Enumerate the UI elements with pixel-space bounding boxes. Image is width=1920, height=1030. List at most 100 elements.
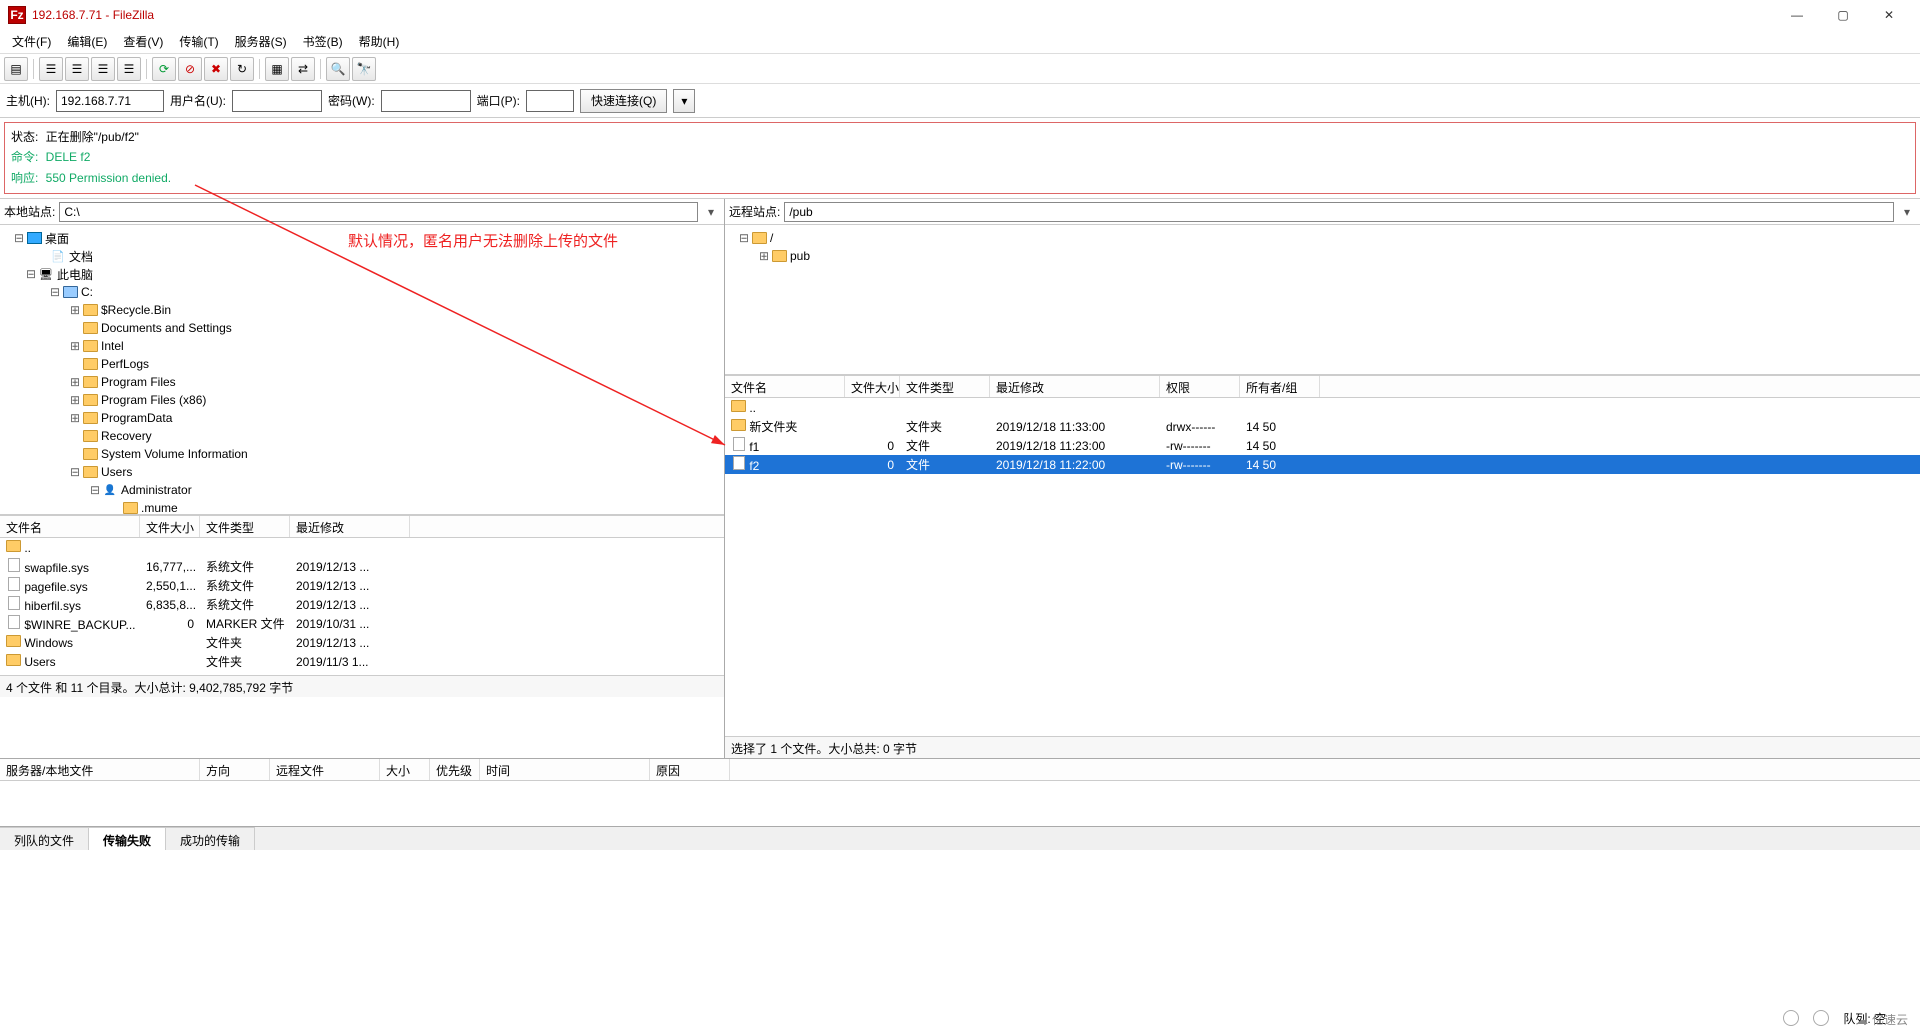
tree-twisty-icon[interactable]: ⊞ bbox=[757, 249, 771, 263]
tree-node[interactable]: Recovery bbox=[0, 427, 724, 445]
column-header[interactable]: 服务器/本地文件 bbox=[0, 759, 200, 780]
maximize-button[interactable]: ▢ bbox=[1820, 0, 1866, 30]
tree-node[interactable]: Documents and Settings bbox=[0, 319, 724, 337]
stop-icon[interactable]: ⊘ bbox=[178, 57, 202, 81]
password-input[interactable] bbox=[381, 90, 471, 112]
tree-twisty-icon[interactable]: ⊞ bbox=[68, 303, 82, 317]
column-header[interactable]: 文件大小 bbox=[140, 516, 200, 537]
column-header[interactable]: 权限 bbox=[1160, 376, 1240, 397]
tree-twisty-icon[interactable]: ⊟ bbox=[88, 483, 102, 497]
tree-node[interactable]: PerfLogs bbox=[0, 355, 724, 373]
tree-twisty-icon[interactable]: ⊟ bbox=[48, 285, 62, 299]
tree-twisty-icon[interactable]: ⊞ bbox=[68, 393, 82, 407]
remote-file-list[interactable]: 文件名文件大小文件类型最近修改权限所有者/组 .. 新文件夹文件夹2019/12… bbox=[725, 375, 1920, 736]
queue-tab-1[interactable]: 传输失败 bbox=[89, 827, 166, 850]
column-header[interactable]: 时间 bbox=[480, 759, 650, 780]
toggle-queue-icon[interactable]: ☰ bbox=[117, 57, 141, 81]
close-button[interactable]: ✕ bbox=[1866, 0, 1912, 30]
tree-twisty-icon[interactable]: ⊞ bbox=[68, 375, 82, 389]
file-row[interactable]: 新文件夹文件夹2019/12/18 11:33:00drwx------14 5… bbox=[725, 417, 1920, 436]
menu-4[interactable]: 服务器(S) bbox=[227, 30, 295, 53]
menu-3[interactable]: 传输(T) bbox=[171, 30, 226, 53]
remote-path-dropdown-icon[interactable]: ▾ bbox=[1898, 205, 1916, 219]
tree-node[interactable]: ⊟C: bbox=[0, 283, 724, 301]
tree-node[interactable]: ⊞Program Files bbox=[0, 373, 724, 391]
menu-1[interactable]: 编辑(E) bbox=[59, 30, 115, 53]
tree-twisty-icon[interactable]: ⊟ bbox=[737, 231, 751, 245]
filter-icon[interactable]: ▦ bbox=[265, 57, 289, 81]
quickconnect-button[interactable]: 快速连接(Q) bbox=[580, 89, 667, 113]
local-path-dropdown-icon[interactable]: ▾ bbox=[702, 205, 720, 219]
tree-node[interactable]: ⊟/ bbox=[725, 229, 1920, 247]
quickconnect-dropdown-icon[interactable]: ▾ bbox=[673, 89, 695, 113]
column-header[interactable]: 原因 bbox=[650, 759, 730, 780]
tree-node[interactable]: ⊟Users bbox=[0, 463, 724, 481]
file-row[interactable]: pagefile.sys2,550,1...系统文件2019/12/13 ... bbox=[0, 576, 724, 595]
file-row[interactable]: f20文件2019/12/18 11:22:00-rw-------14 50 bbox=[725, 455, 1920, 474]
tree-node[interactable]: ⊞pub bbox=[725, 247, 1920, 265]
username-input[interactable] bbox=[232, 90, 322, 112]
menu-5[interactable]: 书签(B) bbox=[295, 30, 351, 53]
tree-twisty-icon[interactable]: ⊟ bbox=[68, 465, 82, 479]
remote-tree[interactable]: ⊟/⊞pub bbox=[725, 225, 1920, 375]
message-log[interactable]: 状态: 正在删除"/pub/f2"命令: DELE f2响应: 550 Perm… bbox=[4, 122, 1916, 194]
column-header[interactable]: 所有者/组 bbox=[1240, 376, 1320, 397]
local-file-list[interactable]: 文件名文件大小文件类型最近修改 .. swapfile.sys16,777,..… bbox=[0, 515, 724, 675]
local-tree[interactable]: ⊟桌面文档⊟此电脑⊟C:⊞$Recycle.BinDocuments and S… bbox=[0, 225, 724, 515]
file-row[interactable]: .. bbox=[0, 538, 724, 557]
tree-node[interactable]: ⊞Program Files (x86) bbox=[0, 391, 724, 409]
toggle-remotetree-icon[interactable]: ☰ bbox=[91, 57, 115, 81]
column-header[interactable]: 方向 bbox=[200, 759, 270, 780]
column-header[interactable]: 文件类型 bbox=[900, 376, 990, 397]
remote-path-input[interactable] bbox=[784, 202, 1894, 222]
host-input[interactable] bbox=[56, 90, 164, 112]
column-header[interactable]: 最近修改 bbox=[990, 376, 1160, 397]
file-row[interactable]: hiberfil.sys6,835,8...系统文件2019/12/13 ... bbox=[0, 595, 724, 614]
menu-6[interactable]: 帮助(H) bbox=[351, 30, 408, 53]
toggle-log-icon[interactable]: ☰ bbox=[39, 57, 63, 81]
file-row[interactable]: .. bbox=[725, 398, 1920, 417]
file-row[interactable]: f10文件2019/12/18 11:23:00-rw-------14 50 bbox=[725, 436, 1920, 455]
column-header[interactable]: 大小 bbox=[380, 759, 430, 780]
file-row[interactable]: Windows文件夹2019/12/13 ... bbox=[0, 633, 724, 652]
transfer-queue[interactable]: 服务器/本地文件方向远程文件大小优先级时间原因 bbox=[0, 758, 1920, 826]
tree-twisty-icon[interactable]: ⊟ bbox=[24, 267, 38, 281]
queue-tabs: 列队的文件传输失败成功的传输 bbox=[0, 826, 1920, 850]
tree-twisty-icon[interactable]: ⊞ bbox=[68, 411, 82, 425]
file-row[interactable]: $WINRE_BACKUP...0MARKER 文件2019/10/31 ... bbox=[0, 614, 724, 633]
minimize-button[interactable]: — bbox=[1774, 0, 1820, 30]
queue-tab-2[interactable]: 成功的传输 bbox=[166, 827, 255, 850]
tree-twisty-icon[interactable]: ⊞ bbox=[68, 339, 82, 353]
file-icon bbox=[731, 437, 746, 451]
queue-tab-0[interactable]: 列队的文件 bbox=[0, 827, 89, 850]
tree-node[interactable]: .mume bbox=[0, 499, 724, 515]
tree-node[interactable]: System Volume Information bbox=[0, 445, 724, 463]
tree-node[interactable]: ⊟此电脑 bbox=[0, 265, 724, 283]
tree-twisty-icon[interactable]: ⊟ bbox=[12, 231, 26, 245]
column-header[interactable]: 最近修改 bbox=[290, 516, 410, 537]
file-row[interactable]: swapfile.sys16,777,...系统文件2019/12/13 ... bbox=[0, 557, 724, 576]
menu-2[interactable]: 查看(V) bbox=[115, 30, 171, 53]
column-header[interactable]: 文件名 bbox=[0, 516, 140, 537]
refresh-icon[interactable]: ⟳ bbox=[152, 57, 176, 81]
compare-icon[interactable]: ⇄ bbox=[291, 57, 315, 81]
search-icon[interactable]: 🔍 bbox=[326, 57, 350, 81]
column-header[interactable]: 优先级 bbox=[430, 759, 480, 780]
tree-node[interactable]: ⊞ProgramData bbox=[0, 409, 724, 427]
column-header[interactable]: 文件类型 bbox=[200, 516, 290, 537]
column-header[interactable]: 文件大小 bbox=[845, 376, 900, 397]
column-header[interactable]: 远程文件 bbox=[270, 759, 380, 780]
file-row[interactable]: Users文件夹2019/11/3 1... bbox=[0, 652, 724, 671]
toggle-localtree-icon[interactable]: ☰ bbox=[65, 57, 89, 81]
tree-node[interactable]: ⊞Intel bbox=[0, 337, 724, 355]
port-input[interactable] bbox=[526, 90, 574, 112]
sitemanager-icon[interactable]: ▤ bbox=[4, 57, 28, 81]
column-header[interactable]: 文件名 bbox=[725, 376, 845, 397]
local-path-input[interactable] bbox=[59, 202, 698, 222]
tree-node[interactable]: ⊟Administrator bbox=[0, 481, 724, 499]
disconnect-icon[interactable]: ✖ bbox=[204, 57, 228, 81]
reconnect-icon[interactable]: ↻ bbox=[230, 57, 254, 81]
menu-0[interactable]: 文件(F) bbox=[4, 30, 59, 53]
binoculars-icon[interactable]: 🔭 bbox=[352, 57, 376, 81]
tree-node[interactable]: ⊞$Recycle.Bin bbox=[0, 301, 724, 319]
